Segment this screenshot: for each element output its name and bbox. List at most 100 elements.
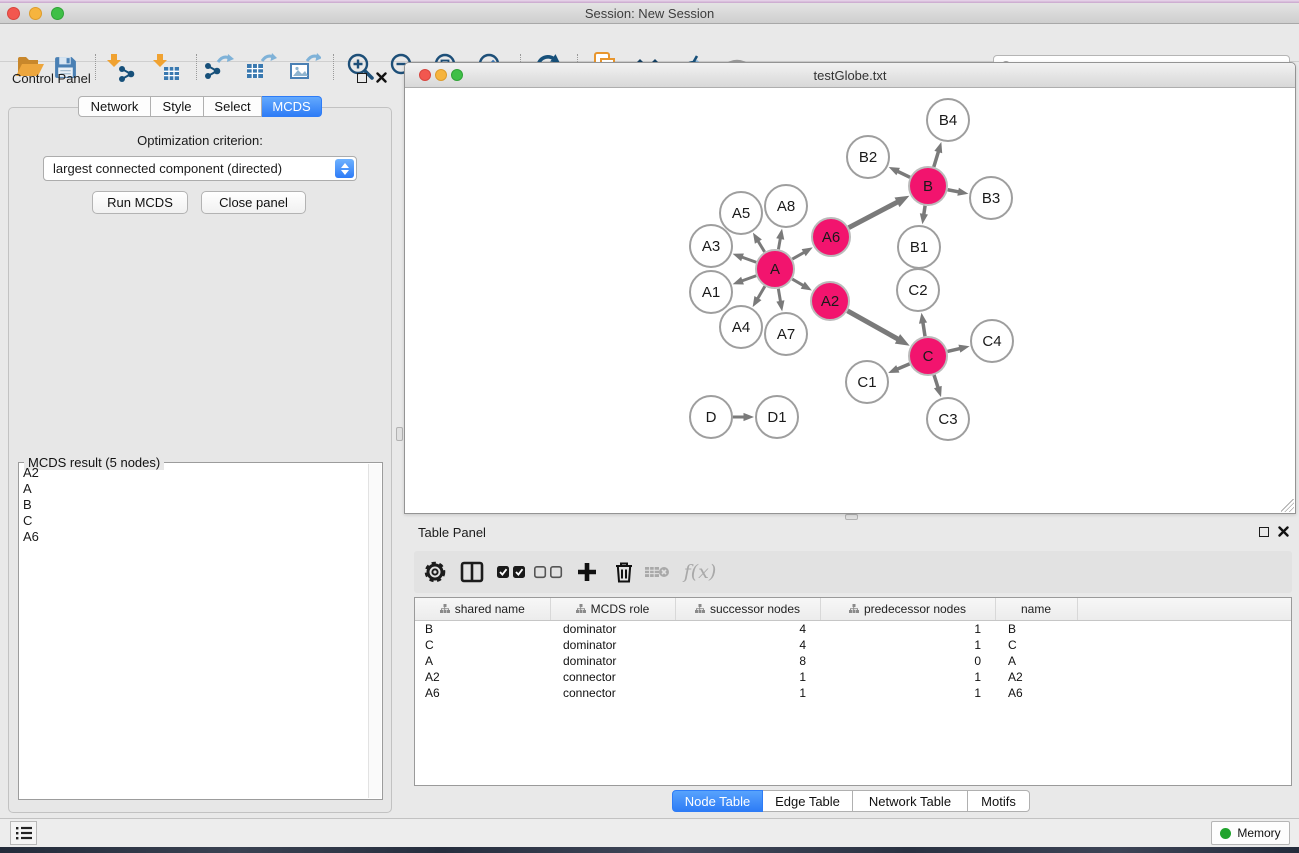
graph-node-C1[interactable]: C1 xyxy=(846,361,888,403)
float-panel-icon[interactable] xyxy=(357,73,367,83)
column-header-name[interactable]: name xyxy=(995,598,1077,620)
table-cell[interactable]: 1 xyxy=(820,620,995,637)
result-list-item[interactable]: A6 xyxy=(19,529,369,545)
table-cell[interactable]: B xyxy=(415,620,550,637)
result-list-item[interactable]: B xyxy=(19,497,369,513)
table-cell[interactable]: dominator xyxy=(550,620,675,637)
graph-node-A6[interactable]: A6 xyxy=(812,218,850,256)
table-cell[interactable]: 1 xyxy=(675,669,820,685)
table-cell[interactable]: 1 xyxy=(675,685,820,701)
table-options-icon[interactable] xyxy=(419,556,451,588)
result-list-item[interactable]: A2 xyxy=(19,465,369,481)
table-cell[interactable]: connector xyxy=(550,685,675,701)
tab-mcds[interactable]: MCDS xyxy=(262,96,322,117)
add-column-icon[interactable] xyxy=(571,556,603,588)
table-row[interactable]: A6connector11A6 xyxy=(415,685,1291,701)
graph-node-A4[interactable]: A4 xyxy=(720,306,762,348)
close-panel-button[interactable]: Close panel xyxy=(201,191,306,214)
table-row[interactable]: Adominator80A xyxy=(415,653,1291,669)
export-image-icon[interactable] xyxy=(288,50,322,84)
table-cell[interactable]: connector xyxy=(550,669,675,685)
criterion-dropdown[interactable]: largest connected component (directed) xyxy=(43,156,357,181)
function-builder-icon[interactable]: f(x) xyxy=(678,556,722,588)
task-history-button[interactable] xyxy=(10,821,37,845)
table-cell[interactable]: 1 xyxy=(820,637,995,653)
table-row[interactable]: Bdominator41B xyxy=(415,620,1291,637)
tab-style[interactable]: Style xyxy=(151,96,204,117)
graph-node-C4[interactable]: C4 xyxy=(971,320,1013,362)
graph-node-D1[interactable]: D1 xyxy=(756,396,798,438)
column-header-predecessor-nodes[interactable]: predecessor nodes xyxy=(820,598,995,620)
window-resize-grip[interactable] xyxy=(1281,499,1294,512)
tab-network[interactable]: Network xyxy=(78,96,151,117)
close-table-panel-icon[interactable] xyxy=(1278,526,1289,537)
table-cell[interactable]: B xyxy=(995,620,1077,637)
graph-node-B2[interactable]: B2 xyxy=(847,136,889,178)
minimize-window-button[interactable] xyxy=(29,7,42,20)
table-row[interactable]: Cdominator41C xyxy=(415,637,1291,653)
network-close-button[interactable] xyxy=(419,69,431,81)
graph-node-A1[interactable]: A1 xyxy=(690,271,732,313)
graph-node-A8[interactable]: A8 xyxy=(765,185,807,227)
graph-node-D[interactable]: D xyxy=(690,396,732,438)
close-window-button[interactable] xyxy=(7,7,20,20)
graph-node-A2[interactable]: A2 xyxy=(811,282,849,320)
close-panel-icon[interactable] xyxy=(376,72,387,83)
horizontal-split-handle[interactable] xyxy=(845,514,858,520)
result-list-item[interactable]: A xyxy=(19,481,369,497)
network-minimize-button[interactable] xyxy=(435,69,447,81)
tab-edge-table[interactable]: Edge Table xyxy=(763,790,853,812)
table-cell[interactable]: 4 xyxy=(675,637,820,653)
table-cell[interactable]: dominator xyxy=(550,653,675,669)
table-row[interactable]: A2connector11A2 xyxy=(415,669,1291,685)
table-cell[interactable]: A6 xyxy=(995,685,1077,701)
import-network-icon[interactable] xyxy=(103,50,137,84)
table-cell[interactable]: A xyxy=(415,653,550,669)
import-table-icon[interactable] xyxy=(149,50,183,84)
tab-node-table[interactable]: Node Table xyxy=(672,790,763,812)
table-cell[interactable]: A2 xyxy=(415,669,550,685)
column-header-shared-name[interactable]: shared name xyxy=(415,598,550,620)
mcds-result-list[interactable]: A2ABCA6 xyxy=(19,465,369,799)
network-canvas[interactable]: AA6A2BCA5A8A3A1A4A7B2B4B3B1C2C4C1C3DD1 xyxy=(405,88,1295,513)
graph-node-A3[interactable]: A3 xyxy=(690,225,732,267)
delete-table-icon[interactable] xyxy=(641,556,673,588)
graph-node-C2[interactable]: C2 xyxy=(897,269,939,311)
unselect-all-columns-icon[interactable] xyxy=(532,556,564,588)
table-cell[interactable]: 1 xyxy=(820,685,995,701)
table-cell[interactable]: C xyxy=(415,637,550,653)
graph-node-C[interactable]: C xyxy=(909,337,947,375)
graph-node-A7[interactable]: A7 xyxy=(765,313,807,355)
table-cell[interactable]: dominator xyxy=(550,637,675,653)
main-titlebar[interactable]: Session: New Session xyxy=(0,3,1299,24)
delete-columns-icon[interactable] xyxy=(608,556,640,588)
column-header-successor-nodes[interactable]: successor nodes xyxy=(675,598,820,620)
graph-node-A[interactable]: A xyxy=(756,250,794,288)
tab-select[interactable]: Select xyxy=(204,96,262,117)
graph-node-A5[interactable]: A5 xyxy=(720,192,762,234)
table-cell[interactable]: 1 xyxy=(820,669,995,685)
table-cell[interactable]: 0 xyxy=(820,653,995,669)
float-table-panel-icon[interactable] xyxy=(1259,527,1269,537)
table-cell[interactable]: C xyxy=(995,637,1077,653)
zoom-window-button[interactable] xyxy=(51,7,64,20)
vertical-split-handle[interactable] xyxy=(396,427,403,441)
graph-node-B3[interactable]: B3 xyxy=(970,177,1012,219)
select-all-columns-icon[interactable] xyxy=(495,556,527,588)
network-window-titlebar[interactable]: testGlobe.txt xyxy=(405,63,1295,88)
table-cell[interactable]: A2 xyxy=(995,669,1077,685)
result-scrollbar[interactable] xyxy=(368,464,381,798)
graph-node-B1[interactable]: B1 xyxy=(898,226,940,268)
show-columns-icon[interactable] xyxy=(456,556,488,588)
table-cell[interactable]: 8 xyxy=(675,653,820,669)
run-mcds-button[interactable]: Run MCDS xyxy=(92,191,188,214)
tab-motifs[interactable]: Motifs xyxy=(968,790,1030,812)
result-list-item[interactable]: C xyxy=(19,513,369,529)
graph-node-B[interactable]: B xyxy=(909,167,947,205)
table-cell[interactable]: A xyxy=(995,653,1077,669)
table-cell[interactable]: 4 xyxy=(675,620,820,637)
export-table-icon[interactable] xyxy=(244,50,278,84)
tab-network-table[interactable]: Network Table xyxy=(853,790,968,812)
memory-button[interactable]: Memory xyxy=(1211,821,1290,845)
graph-node-B4[interactable]: B4 xyxy=(927,99,969,141)
